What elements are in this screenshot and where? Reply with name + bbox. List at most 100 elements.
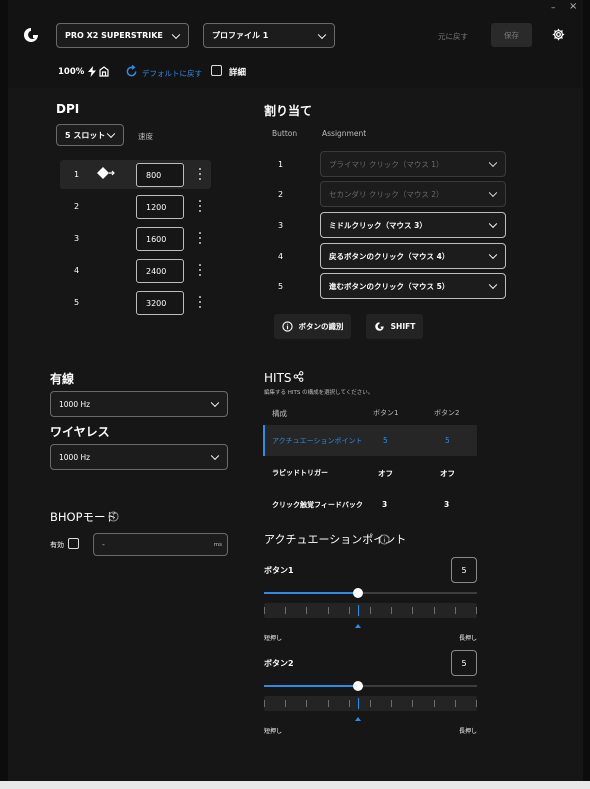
info-circle-icon bbox=[281, 321, 293, 332]
chevron-down-icon bbox=[488, 250, 498, 260]
reset-default-link[interactable]: デフォルトに戻す bbox=[142, 68, 202, 79]
shift-button-label: SHIFT bbox=[390, 322, 416, 331]
hits-row-b1: 5 bbox=[383, 436, 388, 445]
dpi-value: 1600 bbox=[146, 234, 167, 244]
bhop-ms-value: - bbox=[102, 540, 105, 549]
dpi-options-kebab-icon[interactable] bbox=[199, 232, 202, 246]
dpi-options-kebab-icon[interactable] bbox=[199, 200, 202, 214]
wireless-rate-value: 1000 Hz bbox=[59, 452, 91, 462]
ruler-tick bbox=[327, 607, 329, 614]
actuation-info-icon[interactable] bbox=[379, 534, 390, 545]
bhop-ms-unit: ms bbox=[213, 542, 222, 548]
dpi-value-input[interactable]: 800 bbox=[136, 163, 184, 187]
slider-value: 5 bbox=[461, 658, 467, 668]
reset-arrow-icon[interactable] bbox=[125, 65, 138, 78]
hits-subtitle: 編集する HITS の構成を選択してください。 bbox=[264, 390, 374, 396]
ruler-tick bbox=[433, 700, 435, 707]
speed-label: 速度 bbox=[138, 132, 153, 141]
assignment-select-3[interactable]: ミドルクリック（マウス 3） bbox=[320, 212, 506, 238]
save-button[interactable]: 保存 bbox=[491, 23, 532, 47]
active-dpi-pointer-icon bbox=[97, 167, 115, 179]
details-checkbox[interactable] bbox=[211, 65, 222, 76]
bhop-enabled-checkbox[interactable] bbox=[68, 538, 79, 549]
onboard-memory-icon bbox=[99, 66, 109, 77]
dpi-value: 800 bbox=[146, 170, 162, 180]
slider-value-box[interactable]: 5 bbox=[451, 650, 477, 676]
identify-button-label: ボタンの識別 bbox=[298, 322, 344, 331]
assignment-select-1[interactable]: プライマリ クリック（マウス 1） bbox=[320, 151, 506, 177]
ruler-tick bbox=[285, 607, 287, 614]
assignment-row-num: 1 bbox=[278, 160, 284, 169]
bhop-enabled-label: 有効 bbox=[50, 541, 64, 549]
slider-label: ボタン1 bbox=[264, 566, 294, 575]
hits-row-b2: 3 bbox=[444, 500, 450, 509]
ruler-tick bbox=[391, 607, 393, 614]
dpi-slot-index: 5 bbox=[74, 298, 80, 307]
ruler-tick bbox=[264, 700, 265, 707]
ruler-tick bbox=[454, 607, 456, 614]
wired-title: 有線 bbox=[50, 372, 75, 386]
identify-button[interactable]: ボタンの識別 bbox=[274, 314, 351, 339]
dpi-options-kebab-icon[interactable] bbox=[199, 168, 202, 182]
shift-button[interactable]: SHIFT bbox=[366, 314, 423, 339]
dpi-value-input[interactable]: 2400 bbox=[136, 259, 184, 283]
slider-short-label: 短押し bbox=[264, 635, 283, 642]
slider-fill bbox=[264, 592, 358, 594]
slider-value: 5 bbox=[461, 565, 467, 575]
assignment-select-5[interactable]: 進むボタンのクリック（マウス 5） bbox=[320, 273, 506, 299]
ruler-tick bbox=[348, 700, 350, 707]
assignment-select-value: セカンダリ クリック（マウス 2） bbox=[329, 189, 444, 199]
bhop-info-icon[interactable] bbox=[108, 511, 119, 522]
slider-value-box[interactable]: 5 bbox=[451, 557, 477, 583]
share-icon[interactable] bbox=[293, 371, 304, 382]
hits-row[interactable]: クリック触覚フィードバック 3 3 bbox=[265, 490, 477, 519]
hits-row[interactable]: ラピッドトリガー オフ オフ bbox=[265, 458, 477, 487]
assignment-select-value: 進むボタンのクリック（マウス 5） bbox=[329, 281, 450, 291]
hits-title: HITS bbox=[264, 371, 292, 385]
wired-rate-select[interactable]: 1000 Hz bbox=[50, 391, 228, 417]
slider-long-label: 長押し bbox=[459, 635, 478, 642]
chevron-down-icon bbox=[106, 129, 116, 139]
assignment-select-value: ミドルクリック（マウス 3） bbox=[329, 220, 427, 230]
assignment-row-num: 2 bbox=[278, 190, 284, 199]
profile-select[interactable]: プロファイル 1 bbox=[203, 23, 335, 48]
dpi-slot-index: 1 bbox=[74, 170, 80, 179]
ruler-tick bbox=[476, 607, 477, 614]
wireless-title: ワイヤレス bbox=[50, 425, 110, 439]
dpi-slot-select[interactable]: 5 スロット bbox=[56, 124, 124, 146]
details-label: 詳細 bbox=[229, 68, 247, 78]
assignment-col-assignment: Assignment bbox=[322, 129, 367, 138]
device-select[interactable]: PRO X2 SUPERSTRIKE bbox=[56, 23, 189, 48]
dpi-value-input[interactable]: 1600 bbox=[136, 227, 184, 251]
revert-button[interactable]: 元に戻す bbox=[438, 31, 468, 42]
slider-ruler bbox=[264, 696, 477, 711]
dpi-options-kebab-icon[interactable] bbox=[199, 296, 202, 310]
wireless-rate-select[interactable]: 1000 Hz bbox=[50, 444, 228, 470]
dpi-value-input[interactable]: 3200 bbox=[136, 291, 184, 315]
slider-short-label: 短押し bbox=[264, 728, 283, 735]
dpi-slot-index: 3 bbox=[74, 234, 80, 243]
assignment-select-value: プライマリ クリック（マウス 1） bbox=[329, 159, 444, 169]
bhop-ms-input[interactable]: - ms bbox=[93, 533, 228, 556]
charging-bolt-icon bbox=[88, 66, 96, 77]
slider-knob[interactable] bbox=[352, 681, 363, 691]
assignment-select-4[interactable]: 戻るボタンのクリック（マウス 4） bbox=[320, 243, 506, 269]
dpi-value-input[interactable]: 1200 bbox=[136, 195, 184, 219]
assignment-row-num: 5 bbox=[278, 282, 284, 291]
assignment-select-2[interactable]: セカンダリ クリック（マウス 2） bbox=[320, 181, 506, 207]
assignment-title: 割り当て bbox=[264, 104, 313, 118]
slider-label: ボタン2 bbox=[264, 659, 294, 668]
ruler-active-tick bbox=[357, 605, 360, 616]
hits-col-b2: ボタン2 bbox=[434, 409, 460, 417]
dpi-value: 1200 bbox=[146, 202, 167, 212]
close-button[interactable]: × bbox=[569, 1, 577, 12]
hits-row-b1: 3 bbox=[382, 500, 388, 509]
slider-long-label: 長押し bbox=[459, 728, 478, 735]
hits-row-selected[interactable]: アクチュエーションポイント 5 5 bbox=[263, 425, 477, 456]
minimize-button[interactable]: – bbox=[551, 3, 556, 13]
slider-knob[interactable] bbox=[352, 588, 363, 598]
hits-row-b2: オフ bbox=[440, 469, 455, 478]
dpi-options-kebab-icon[interactable] bbox=[199, 264, 202, 278]
chevron-down-icon bbox=[488, 280, 498, 290]
settings-gear-icon[interactable] bbox=[552, 28, 565, 41]
